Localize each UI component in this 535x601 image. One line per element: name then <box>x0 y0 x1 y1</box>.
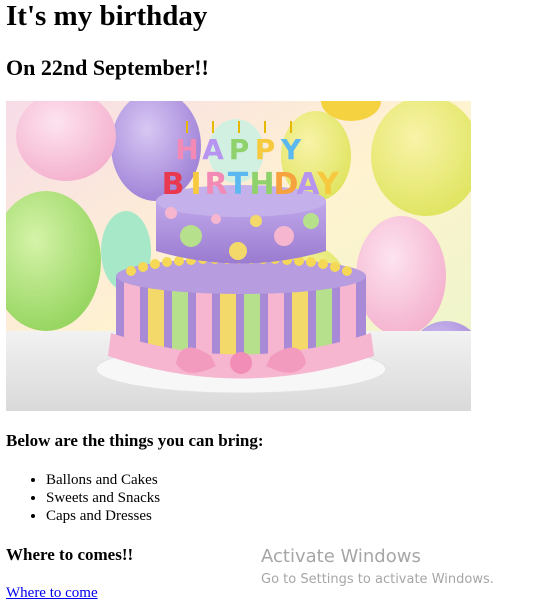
list-item: Caps and Dresses <box>46 507 160 525</box>
cake-letter: P <box>255 133 276 166</box>
where-heading: Where to comes!! <box>6 545 134 564</box>
cake-letter: H <box>249 167 274 202</box>
list-item: Sweets and Snacks <box>46 489 160 507</box>
cake-letter: D <box>274 167 299 202</box>
bring-heading: Below are the things you can bring: <box>6 431 264 450</box>
cake-letter: T <box>228 167 249 202</box>
cake-letter: Y <box>316 167 340 202</box>
cake-letter: A <box>202 133 224 166</box>
bring-list: Ballons and Cakes Sweets and Snacks Caps… <box>6 471 160 525</box>
cake-letter: P <box>229 133 250 166</box>
watermark-subtitle: Go to Settings to activate Windows. <box>261 572 494 587</box>
cake-letter: Y <box>280 133 302 166</box>
activate-windows-watermark: Activate Windows Go to Settings to activ… <box>261 545 494 589</box>
watermark-title: Activate Windows <box>261 546 421 567</box>
cake-letter: B <box>162 167 185 202</box>
birthday-cake-image: H A P P Y B I R T H D A Y <box>6 101 471 411</box>
page-title: It's my birthday <box>6 0 208 32</box>
page-subtitle: On 22nd September!! <box>6 55 209 80</box>
cake-letter: R <box>204 167 227 202</box>
cake-letter: I <box>190 167 201 202</box>
cake-letter: H <box>175 133 198 166</box>
list-item: Ballons and Cakes <box>46 471 160 489</box>
where-to-come-link[interactable]: Where to come <box>6 584 98 601</box>
